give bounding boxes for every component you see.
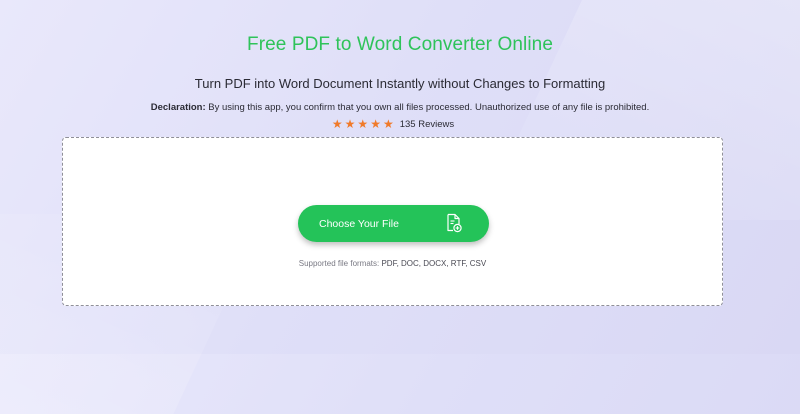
star-icon: ★ <box>331 117 343 131</box>
star-icon: ★ <box>344 117 356 131</box>
supported-formats: Supported file formats: PDF, DOC, DOCX, … <box>63 259 722 268</box>
formats-list: PDF, DOC, DOCX, RTF, CSV <box>381 259 487 268</box>
choose-file-button[interactable]: Choose Your File <box>298 205 489 242</box>
file-add-icon <box>447 213 462 233</box>
page-subtitle: Turn PDF into Word Document Instantly wi… <box>194 76 606 91</box>
star-rating: ★ ★ ★ ★ ★ <box>332 118 394 130</box>
star-icon: ★ <box>357 117 369 131</box>
reviews-count: 135 Reviews <box>399 118 455 130</box>
file-drop-zone[interactable]: Choose Your File Supported file formats:… <box>62 137 723 306</box>
rating: ★ ★ ★ ★ ★ 135 Reviews <box>0 118 793 130</box>
declaration-label: Declaration: <box>150 102 206 113</box>
declaration-text: By using this app, you confirm that you … <box>208 102 650 113</box>
declaration: Declaration: By using this app, you conf… <box>0 102 800 113</box>
formats-label: Supported file formats: <box>298 259 380 268</box>
star-icon: ★ <box>382 117 394 131</box>
star-icon: ★ <box>370 117 381 131</box>
choose-file-label: Choose Your File <box>319 217 399 230</box>
page-title: Free PDF to Word Converter Online <box>246 34 553 55</box>
